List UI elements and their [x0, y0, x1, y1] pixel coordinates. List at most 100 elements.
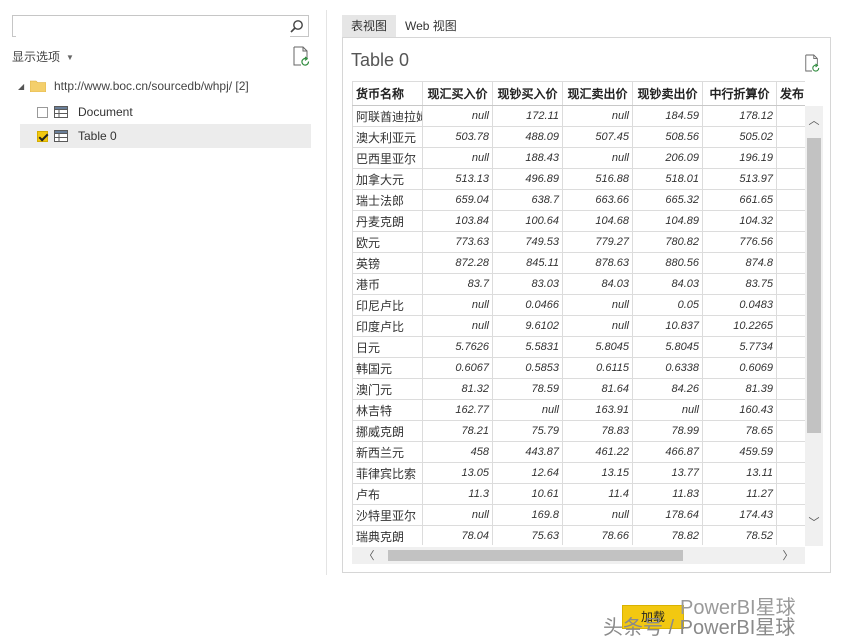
search-input[interactable] — [16, 17, 290, 37]
tree-item-table0[interactable]: Table 0 — [20, 124, 311, 148]
scroll-up-arrow[interactable]: ︿ — [805, 112, 823, 130]
rate-cell: 513.97 — [702, 168, 777, 190]
column-header[interactable]: 中行折算价 — [702, 81, 777, 106]
rate-cell: 81.39 — [702, 378, 777, 400]
horizontal-scroll-thumb[interactable] — [388, 550, 683, 561]
rate-cell: 773.63 — [422, 231, 493, 253]
vertical-scrollbar[interactable]: ︿ ﹀ — [805, 106, 823, 546]
table-row[interactable]: 林吉特 162.77 null 163.91 null 160.43 — [352, 399, 805, 421]
preview-title: Table 0 — [351, 50, 410, 70]
table-row[interactable]: 印尼卢比 null 0.0466 null 0.05 0.0483 — [352, 294, 805, 316]
currency-name-cell: 新西兰元 — [352, 441, 423, 463]
table-row[interactable]: 菲律宾比索 13.05 12.64 13.15 13.77 13.11 — [352, 462, 805, 484]
rate-cell: 169.8 — [492, 504, 563, 526]
rate-cell: null — [632, 399, 703, 421]
search-icon[interactable] — [290, 19, 304, 33]
rate-cell: 0.0466 — [492, 294, 563, 316]
column-header[interactable]: 现汇卖出价 — [562, 81, 633, 106]
table-row[interactable]: 新西兰元 458 443.87 461.22 466.87 459.59 — [352, 441, 805, 463]
column-header[interactable]: 货币名称 — [352, 81, 423, 106]
currency-name-cell: 丹麦克朗 — [352, 210, 423, 232]
document-checkbox[interactable] — [37, 106, 48, 118]
rate-cell: null — [562, 147, 633, 169]
rate-cell: 5.5831 — [492, 336, 563, 358]
rate-cell — [776, 189, 805, 211]
table-row[interactable]: 阿联酋迪拉姆 null 172.11 null 184.59 178.12 — [352, 105, 805, 127]
rate-cell: null — [562, 294, 633, 316]
column-header[interactable]: 现钞卖出价 — [632, 81, 703, 106]
currency-name-cell: 印度卢比 — [352, 315, 423, 337]
tab-table-view[interactable]: 表视图 — [342, 15, 397, 37]
column-header[interactable]: 现钞买入价 — [492, 81, 563, 106]
table-row[interactable]: 韩国元 0.6067 0.5853 0.6115 0.6338 0.6069 — [352, 357, 805, 379]
rate-cell — [776, 504, 805, 526]
currency-name-cell: 欧元 — [352, 231, 423, 253]
rate-cell: 178.12 — [702, 105, 777, 127]
rate-cell: 84.26 — [632, 378, 703, 400]
column-header[interactable]: 发布日期 — [776, 81, 805, 106]
table-row[interactable]: 巴西里亚尔 null 188.43 null 206.09 196.19 — [352, 147, 805, 169]
currency-name-cell: 瑞士法郎 — [352, 189, 423, 211]
column-header[interactable]: 现汇买入价 — [422, 81, 493, 106]
currency-name-cell: 林吉特 — [352, 399, 423, 421]
vertical-scroll-thumb[interactable] — [807, 138, 821, 433]
table-row[interactable]: 丹麦克朗 103.84 100.64 104.68 104.89 104.32 — [352, 210, 805, 232]
rate-cell: 878.63 — [562, 252, 633, 274]
currency-name-cell: 英镑 — [352, 252, 423, 274]
rate-cell: 661.65 — [702, 189, 777, 211]
currency-name-cell: 澳大利亚元 — [352, 126, 423, 148]
table-row[interactable]: 沙特里亚尔 null 169.8 null 178.64 174.43 — [352, 504, 805, 526]
table-row[interactable]: 英镑 872.28 845.11 878.63 880.56 874.8 — [352, 252, 805, 274]
table-row[interactable]: 澳门元 81.32 78.59 81.64 84.26 81.39 — [352, 378, 805, 400]
collapse-triangle-icon[interactable]: ◢ — [18, 82, 30, 91]
rate-cell — [776, 378, 805, 400]
data-grid[interactable]: 货币名称现汇买入价现钞买入价现汇卖出价现钞卖出价中行折算价发布日期 阿联酋迪拉姆… — [352, 81, 805, 545]
rate-cell: 779.27 — [562, 231, 633, 253]
horizontal-scrollbar[interactable]: 〈 〉 — [352, 547, 805, 564]
scroll-right-arrow[interactable]: 〉 — [779, 547, 797, 565]
rate-cell: 496.89 — [492, 168, 563, 190]
rate-cell: 78.82 — [632, 525, 703, 545]
rate-cell: 518.01 — [632, 168, 703, 190]
rate-cell: 13.05 — [422, 462, 493, 484]
table-row[interactable]: 澳大利亚元 503.78 488.09 507.45 508.56 505.02 — [352, 126, 805, 148]
rate-cell — [776, 168, 805, 190]
tree-item-label: Document — [78, 105, 133, 119]
table-row[interactable]: 挪威克朗 78.21 75.79 78.83 78.99 78.65 — [352, 420, 805, 442]
rate-cell: 5.8045 — [562, 336, 633, 358]
rate-cell: 104.89 — [632, 210, 703, 232]
table-row[interactable]: 港币 83.7 83.03 84.03 84.03 83.75 — [352, 273, 805, 295]
search-box[interactable] — [12, 15, 309, 37]
scroll-left-arrow[interactable]: 〈 — [360, 547, 378, 565]
rate-cell: 10.837 — [632, 315, 703, 337]
rate-cell: 5.7626 — [422, 336, 493, 358]
table0-checkbox[interactable] — [37, 130, 48, 142]
rate-cell: 10.2265 — [702, 315, 777, 337]
table-row[interactable]: 瑞士法郎 659.04 638.7 663.66 665.32 661.65 — [352, 189, 805, 211]
refresh-icon[interactable] — [804, 54, 820, 72]
currency-name-cell: 沙特里亚尔 — [352, 504, 423, 526]
refresh-icon[interactable] — [292, 46, 310, 66]
tree-root-node[interactable]: ◢ http://www.boc.cn/sourcedb/whpj/ [2] — [18, 76, 249, 96]
rate-cell: 78.83 — [562, 420, 633, 442]
rate-cell — [776, 252, 805, 274]
table-row[interactable]: 加拿大元 513.13 496.89 516.88 518.01 513.97 — [352, 168, 805, 190]
rate-cell: 0.6115 — [562, 357, 633, 379]
scroll-down-arrow[interactable]: ﹀ — [805, 514, 823, 532]
table-row[interactable]: 印度卢比 null 9.6102 null 10.837 10.2265 — [352, 315, 805, 337]
tree-item-document[interactable]: Document — [20, 100, 311, 124]
table-row[interactable]: 欧元 773.63 749.53 779.27 780.82 776.56 — [352, 231, 805, 253]
rate-cell: 13.15 — [562, 462, 633, 484]
tab-web-view[interactable]: Web 视图 — [396, 15, 466, 37]
rate-cell: 507.45 — [562, 126, 633, 148]
table-row[interactable]: 日元 5.7626 5.5831 5.8045 5.8045 5.7734 — [352, 336, 805, 358]
watermark-line-2: 头条号 / PowerBI星球 — [603, 617, 796, 639]
display-options-dropdown[interactable]: 显示选项 ▼ — [12, 48, 74, 65]
rate-cell — [776, 525, 805, 545]
rate-cell — [776, 441, 805, 463]
rate-cell: 488.09 — [492, 126, 563, 148]
rate-cell: 874.8 — [702, 252, 777, 274]
currency-name-cell: 瑞典克朗 — [352, 525, 423, 545]
table-row[interactable]: 卢布 11.3 10.61 11.4 11.83 11.27 — [352, 483, 805, 505]
table-row[interactable]: 瑞典克朗 78.04 75.63 78.66 78.82 78.52 — [352, 525, 805, 545]
